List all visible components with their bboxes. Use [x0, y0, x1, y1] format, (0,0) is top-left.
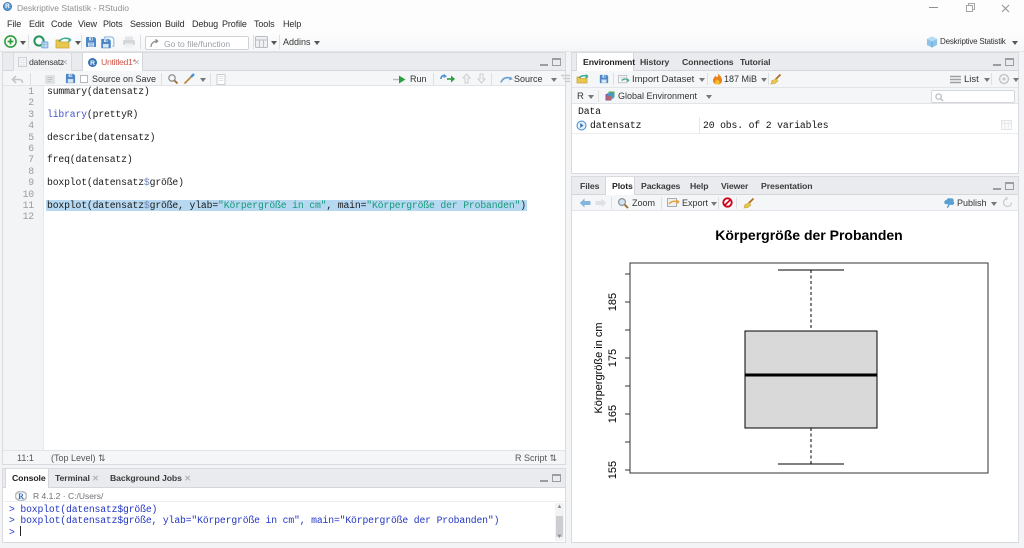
- svg-text:165: 165: [607, 405, 619, 423]
- svg-text:185: 185: [607, 293, 619, 311]
- svg-text:155: 155: [607, 461, 619, 479]
- svg-text:R: R: [90, 60, 95, 67]
- svg-text:175: 175: [607, 349, 619, 367]
- svg-text:R: R: [18, 492, 24, 501]
- svg-text:Körpergröße der Probanden: Körpergröße der Probanden: [715, 227, 902, 243]
- svg-text:Körpergröße in cm: Körpergröße in cm: [593, 322, 605, 413]
